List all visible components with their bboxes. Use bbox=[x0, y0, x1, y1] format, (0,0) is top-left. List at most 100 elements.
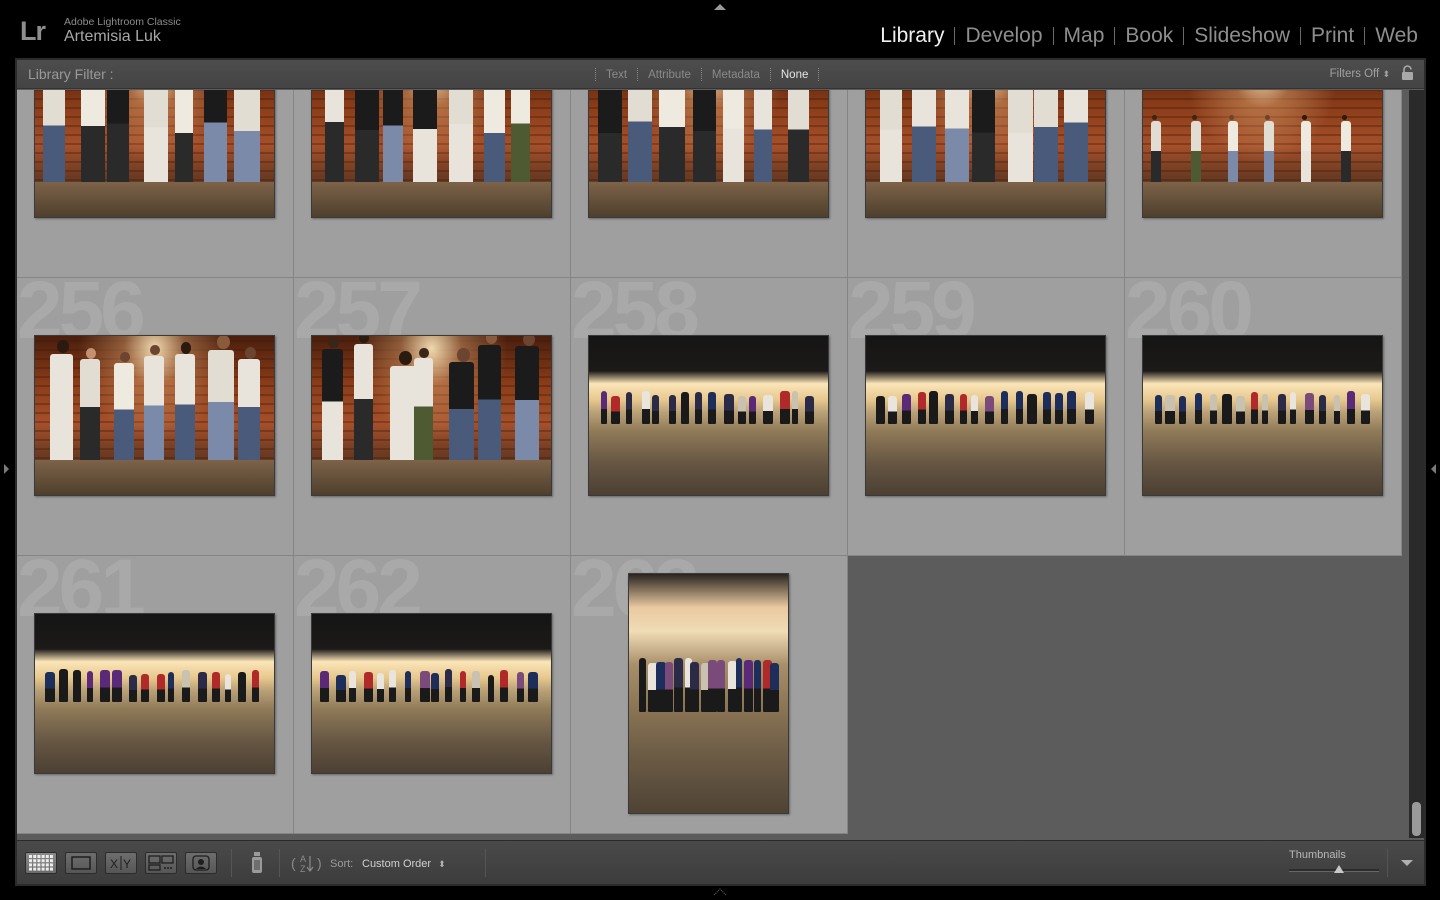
photo-person-figure bbox=[483, 90, 505, 189]
photo-person-figure bbox=[448, 362, 474, 467]
library-filter-title: Library Filter : bbox=[28, 66, 114, 82]
survey-view-button[interactable] bbox=[145, 852, 177, 874]
grid-view-button[interactable] bbox=[25, 852, 57, 874]
filter-option-text[interactable]: Text bbox=[596, 69, 637, 81]
lock-icon[interactable] bbox=[1401, 65, 1414, 81]
photo-person-figure bbox=[1341, 120, 1352, 189]
identity-plate-bar: Lr Adobe Lightroom Classic Artemisia Luk… bbox=[0, 0, 1440, 58]
grid-cell[interactable] bbox=[294, 90, 571, 278]
photo-person-figure bbox=[238, 359, 261, 467]
photo-person-figure bbox=[970, 394, 979, 425]
filter-option-attribute[interactable]: Attribute bbox=[638, 69, 701, 81]
photo-person-figure bbox=[1262, 394, 1269, 425]
photo-person-head bbox=[1342, 114, 1348, 121]
grid-cell[interactable] bbox=[17, 90, 294, 278]
module-book[interactable]: Book bbox=[1115, 24, 1183, 48]
photo-person-figure bbox=[1278, 393, 1286, 425]
compare-view-button[interactable]: X Y bbox=[105, 852, 137, 874]
people-view-button[interactable] bbox=[185, 852, 217, 874]
photo-person-figure bbox=[1001, 391, 1009, 425]
photo-person-figure bbox=[902, 393, 912, 425]
toolbar-divider bbox=[231, 849, 232, 877]
grid-cell[interactable]: 261 bbox=[17, 556, 294, 834]
photo-person-figure bbox=[336, 674, 346, 703]
top-panel-toggle-icon[interactable] bbox=[714, 4, 726, 10]
photo-person-figure bbox=[449, 90, 473, 189]
photo-person-figure bbox=[128, 674, 137, 703]
loupe-view-button[interactable] bbox=[65, 852, 97, 874]
photo-person-figure bbox=[1334, 395, 1341, 425]
photo-person-figure bbox=[389, 669, 396, 703]
filmstrip-toggle-icon[interactable] bbox=[713, 888, 727, 896]
photo-person-figure bbox=[198, 672, 207, 703]
photo-person-figure bbox=[212, 672, 220, 703]
people-view-icon bbox=[192, 855, 210, 871]
right-panel-toggle-icon[interactable] bbox=[1431, 464, 1436, 474]
grid-cell[interactable]: 257 bbox=[294, 278, 571, 556]
photo-person-head bbox=[119, 351, 130, 363]
spray-can-icon[interactable] bbox=[249, 850, 265, 876]
filters-preset-dropdown[interactable]: Filters Off ⬍ bbox=[1330, 68, 1390, 80]
photo-person-head bbox=[1191, 114, 1197, 121]
grid-cell[interactable] bbox=[1125, 90, 1402, 278]
photo-person-figure bbox=[1346, 391, 1355, 425]
photo-thumbnail[interactable] bbox=[588, 335, 829, 496]
filter-divider bbox=[818, 68, 820, 81]
photo-thumbnail[interactable] bbox=[311, 90, 552, 218]
photo-person-figure bbox=[114, 362, 134, 467]
photo-thumbnail[interactable] bbox=[311, 335, 552, 496]
photo-person-head bbox=[85, 348, 96, 360]
module-web[interactable]: Web bbox=[1365, 24, 1428, 48]
filter-option-metadata[interactable]: Metadata bbox=[702, 69, 770, 81]
grid-cell[interactable]: 256 bbox=[17, 278, 294, 556]
photo-person-figure bbox=[430, 672, 440, 703]
photo-person-figure bbox=[72, 669, 82, 703]
grid-cell[interactable]: 260 bbox=[1125, 278, 1402, 556]
grid-scrollbar[interactable] bbox=[1409, 90, 1424, 838]
scrollbar-thumb[interactable] bbox=[1412, 802, 1421, 836]
module-library[interactable]: Library bbox=[870, 24, 954, 48]
photo-thumbnail[interactable] bbox=[865, 335, 1106, 496]
photo-thumbnail[interactable] bbox=[628, 573, 789, 814]
module-develop[interactable]: Develop bbox=[955, 24, 1052, 48]
photo-thumbnail[interactable] bbox=[588, 90, 829, 218]
photo-person-figure bbox=[753, 660, 761, 712]
module-map[interactable]: Map bbox=[1054, 24, 1115, 48]
sort-direction-icon[interactable]: ( A Z ) bbox=[289, 850, 325, 876]
photo-person-figure bbox=[763, 395, 774, 425]
photo-thumbnail[interactable] bbox=[34, 335, 275, 496]
grid-cell[interactable] bbox=[571, 90, 848, 278]
grid-cell[interactable]: 263 bbox=[571, 556, 848, 834]
photo-thumbnail[interactable] bbox=[311, 613, 552, 774]
module-print[interactable]: Print bbox=[1301, 24, 1364, 48]
photo-thumbnail[interactable] bbox=[1142, 335, 1383, 496]
photo-person-figure bbox=[43, 90, 65, 189]
grid-view-icon bbox=[29, 855, 53, 871]
thumbnail-size-slider-knob[interactable] bbox=[1333, 865, 1344, 873]
compare-view-icon: X Y bbox=[110, 856, 131, 871]
sort-order-dropdown[interactable]: Custom Order ⬍ bbox=[362, 858, 446, 870]
grid-cell[interactable]: 259 bbox=[848, 278, 1125, 556]
photo-person-figure bbox=[723, 90, 744, 189]
grid-cell[interactable] bbox=[848, 90, 1125, 278]
toolbar-content-menu-icon[interactable] bbox=[1401, 860, 1413, 866]
photo-person-figure bbox=[499, 669, 509, 703]
photo-person-figure bbox=[945, 394, 954, 425]
photo-thumbnail[interactable] bbox=[34, 613, 275, 774]
photo-person-figure bbox=[1084, 392, 1094, 425]
grid-cell[interactable]: 262 bbox=[294, 556, 571, 834]
filter-option-none[interactable]: None bbox=[771, 69, 819, 81]
photo-person-figure bbox=[478, 344, 502, 467]
photo-thumbnail[interactable] bbox=[1142, 90, 1383, 218]
photo-person-figure bbox=[383, 90, 403, 189]
module-picker: Library Develop Map Book Slideshow Print Web bbox=[870, 24, 1428, 48]
photo-thumbnail[interactable] bbox=[865, 90, 1106, 218]
module-slideshow[interactable]: Slideshow bbox=[1184, 24, 1300, 48]
left-panel-toggle-icon[interactable] bbox=[4, 464, 9, 474]
photo-thumbnail[interactable] bbox=[34, 90, 275, 218]
photo-person-figure bbox=[749, 395, 756, 425]
svg-text:Z: Z bbox=[300, 864, 306, 874]
photo-person-figure bbox=[112, 670, 123, 703]
grid-cell[interactable]: 258 bbox=[571, 278, 848, 556]
photo-person-figure bbox=[779, 391, 790, 425]
